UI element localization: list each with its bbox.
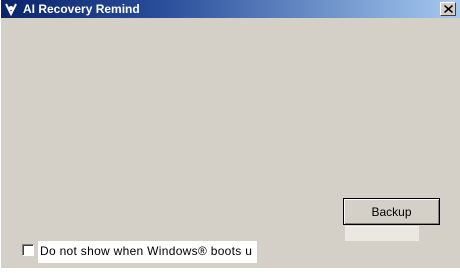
backup-status-bar — [345, 226, 419, 241]
bottom-edge — [1, 268, 460, 273]
close-button[interactable] — [440, 2, 456, 16]
dialog-window: AI Recovery Remind Backup Do not show wh… — [0, 0, 460, 273]
app-logo-icon — [3, 1, 19, 17]
dont-show-label-box[interactable]: Do not show when Windows® boots u — [38, 241, 257, 263]
title-bar[interactable]: AI Recovery Remind — [1, 0, 460, 18]
window-title: AI Recovery Remind — [23, 2, 140, 16]
backup-button[interactable]: Backup — [343, 198, 440, 225]
dont-show-checkbox[interactable] — [22, 244, 34, 256]
close-icon — [444, 5, 453, 13]
dont-show-label: Do not show when Windows® boots u — [40, 244, 253, 258]
